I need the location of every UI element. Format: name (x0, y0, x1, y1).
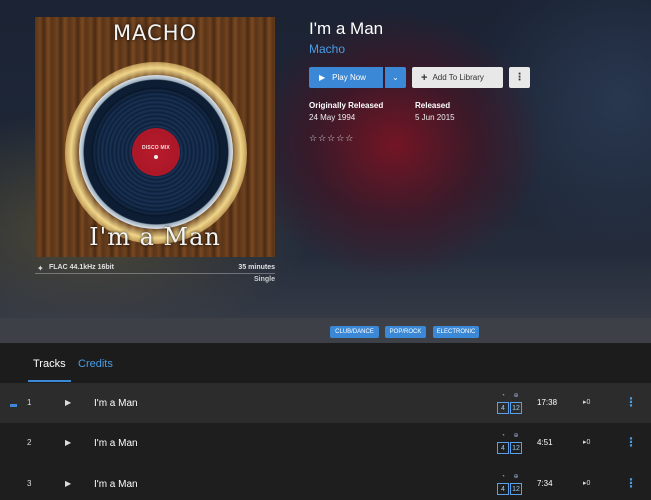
track-title[interactable]: I'm a Man (94, 438, 138, 449)
add-to-library-label: Add To Library (432, 73, 484, 82)
quality-count-top: 4 (497, 483, 509, 495)
cover-record-hole (154, 155, 158, 159)
track-duration: 4:51 (537, 438, 553, 447)
more-options-button[interactable]: ⋮ (509, 67, 530, 88)
released-label: Released (415, 101, 451, 110)
globe-icon: ⊕ (513, 433, 519, 439)
released-value: 5 Jun 2015 (415, 113, 455, 122)
track-quality-badge: ◔ ⊕ 4 12 (497, 473, 523, 495)
track-title[interactable]: I'm a Man (94, 479, 138, 490)
track-title[interactable]: I'm a Man (94, 398, 138, 409)
track-menu-icon[interactable]: ⋮ (625, 395, 637, 409)
track-list: 1 ▶ I'm a Man ◔ ⊕ 4 12 17:38 ▸0 ⋮ 2 ▶ I'… (0, 383, 651, 500)
cover-label-text: DISCO MIX (142, 145, 170, 151)
quality-icon: ◔ (501, 393, 505, 399)
star-rating[interactable]: ☆☆☆☆☆ (309, 133, 354, 144)
track-row[interactable]: 2 ▶ I'm a Man ◔ ⊕ 4 12 4:51 ▸0 ⋮ (0, 423, 651, 463)
tab-bar: Tracks Credits (0, 343, 651, 383)
quality-count-bottom: 12 (510, 402, 522, 414)
more-vertical-icon: ⋮ (514, 72, 525, 83)
play-track-icon[interactable]: ▶ (65, 479, 71, 488)
track-play-count: ▸0 (583, 480, 591, 487)
play-options-dropdown[interactable]: ⌄ (385, 67, 406, 88)
play-track-icon[interactable]: ▶ (65, 438, 71, 447)
track-duration: 17:38 (537, 398, 558, 407)
album-title: I'm a Man (309, 19, 384, 38)
track-menu-icon[interactable]: ⋮ (625, 476, 637, 490)
release-kind: Single (253, 276, 275, 283)
add-to-library-button[interactable]: + Add To Library (412, 67, 503, 88)
track-play-count: ▸0 (583, 439, 591, 446)
quality-count-bottom: 12 (510, 483, 522, 495)
track-number: 1 (27, 398, 32, 407)
album-duration: 35 minutes (238, 264, 275, 271)
genre-tag[interactable]: POP/ROCK (385, 326, 426, 338)
cover-record-label: DISCO MIX (132, 128, 180, 176)
quality-count-top: 4 (497, 402, 509, 414)
album-header: DISCO MIX MACHO I'm a Man ✦ FLAC 44.1kHz… (0, 0, 651, 318)
track-row[interactable]: 3 ▶ I'm a Man ◔ ⊕ 4 12 7:34 ▸0 ⋮ (0, 464, 651, 500)
originally-released-label: Originally Released (309, 101, 384, 110)
originally-released-value: 24 May 1994 (309, 113, 356, 122)
plus-icon: + (421, 71, 428, 84)
active-tab-indicator (28, 380, 71, 382)
track-row[interactable]: 1 ▶ I'm a Man ◔ ⊕ 4 12 17:38 ▸0 ⋮ (0, 383, 651, 423)
play-icon: ▶ (319, 73, 326, 82)
album-cover[interactable]: DISCO MIX MACHO I'm a Man (35, 17, 275, 257)
track-number: 2 (27, 438, 32, 447)
cover-title-text: I'm a Man (89, 223, 221, 251)
track-number: 3 (27, 479, 32, 488)
play-now-button[interactable]: ▶ Play Now (309, 67, 383, 88)
tab-credits[interactable]: Credits (78, 358, 113, 370)
genre-tag[interactable]: ELECTRONIC (433, 326, 479, 338)
play-track-icon[interactable]: ▶ (65, 398, 71, 407)
track-menu-icon[interactable]: ⋮ (625, 435, 637, 449)
track-duration: 7:34 (537, 479, 553, 488)
track-quality-badge: ◔ ⊕ 4 12 (497, 392, 523, 414)
globe-icon: ⊕ (513, 474, 519, 480)
cover-artist-text: MACHO (112, 21, 198, 45)
quality-info: ✦ FLAC 44.1kHz 16bit 35 minutes (35, 262, 275, 274)
globe-icon: ⊕ (513, 393, 519, 399)
genre-bar: CLUB/DANCE POP/ROCK ELECTRONIC (0, 318, 651, 343)
chevron-down-icon: ⌄ (392, 73, 399, 82)
genre-tag[interactable]: CLUB/DANCE (330, 326, 379, 338)
artist-link[interactable]: Macho (309, 42, 345, 56)
track-quality-badge: ◔ ⊕ 4 12 (497, 432, 523, 454)
track-play-count: ▸0 (583, 399, 591, 406)
quality-icon: ◔ (501, 474, 505, 480)
play-now-label: Play Now (332, 73, 366, 82)
now-playing-indicator (10, 404, 17, 407)
tab-tracks[interactable]: Tracks (33, 358, 66, 370)
quality-count-top: 4 (497, 442, 509, 454)
tidal-icon: ✦ (37, 264, 44, 273)
audio-format: FLAC 44.1kHz 16bit (49, 264, 114, 271)
quality-count-bottom: 12 (510, 442, 522, 454)
quality-icon: ◔ (501, 433, 505, 439)
